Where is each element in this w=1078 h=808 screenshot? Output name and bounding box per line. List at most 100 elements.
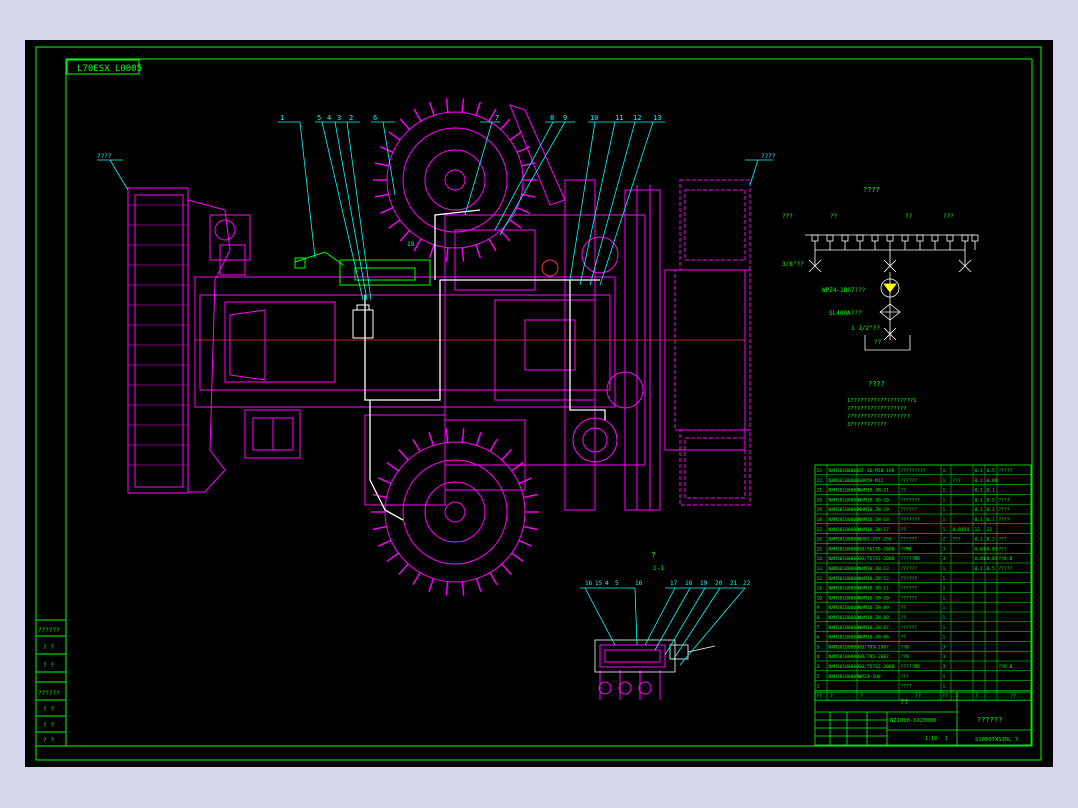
tiller-tine (428, 578, 435, 593)
bom-cell: 1 (943, 674, 946, 680)
bom-cell: 0.0354 (953, 527, 970, 533)
callout-number: 3 (337, 114, 341, 122)
bom-cell: NXM10100000 (829, 497, 860, 503)
left-side-label: ???? (97, 153, 112, 160)
tiller-tine (475, 578, 482, 593)
bom-cell: 0.1 (975, 537, 984, 543)
bom-cell: GB/T5783-2000 (859, 556, 895, 562)
bom-cell: 16 (817, 537, 823, 543)
cad-drawing[interactable]: L70ESX L0005 ?????? ? ? ? ? ?????? ? ? ?… (25, 40, 1053, 767)
bom-cell: 3 (943, 546, 946, 552)
bom-cell: 20 (817, 497, 823, 503)
bom-cell: NXM10100000 (829, 635, 860, 641)
side-table-label: ? ? (43, 662, 54, 669)
bom-cell: ??8 (901, 644, 910, 650)
bom-cell: 11 (817, 586, 823, 592)
note-19: 19 (407, 241, 415, 248)
side-table-label: ?????? (38, 690, 60, 697)
bom-cell: ????? (999, 468, 1013, 474)
filter-label: SL400A??? (829, 310, 862, 317)
callout-number: 5 (615, 580, 619, 587)
bom-cell: ?????? (901, 478, 918, 484)
bom-cell: 0.1 (987, 488, 996, 494)
callout-number: 4 (605, 580, 609, 587)
bom-cell: 0.5 (987, 566, 996, 572)
bom-cell: 3 (943, 664, 946, 670)
bom-cell: 1 (943, 468, 946, 474)
tiller-tine (518, 539, 533, 547)
bom-cell: GB/T95-2002 (859, 654, 890, 660)
bom-header-cell: ?? (816, 693, 822, 699)
nozzle (901, 234, 909, 242)
bom-table[interactable]: 23 NXM10100000 XT-16-M10-19S????????? 1 0.1 0… (814, 464, 1032, 701)
tiller-tine (399, 118, 411, 130)
bom-cell: NXM10100000 (829, 644, 860, 650)
bom-cell: NXM10-ZH-07 (859, 625, 890, 631)
bom-cell: 0.01 (975, 546, 986, 552)
tiller-tine (475, 431, 482, 446)
bom-cell: 0.1 (975, 468, 984, 474)
nozzle (856, 234, 864, 242)
bom-cell: 10 (817, 595, 823, 601)
bom-cell: NXM10-ZH-17 (859, 527, 890, 533)
side-table-label: ?????? (38, 627, 60, 634)
bom-cell: NXM10-ZH-10 (859, 595, 890, 601)
sheet-value: 1 (945, 736, 948, 742)
bom-cell: NXM10100000 (829, 537, 860, 543)
bom-cell: 18 (817, 517, 823, 523)
bom-cell: 1 (943, 576, 946, 582)
bom-cell: NXM10100000 (829, 488, 860, 494)
scale-value: 1:10 (925, 736, 937, 742)
bom-cell: NXM10100000 (829, 517, 860, 523)
bom-cell: 14 (817, 556, 823, 562)
title-right: ?????? (977, 716, 1002, 724)
tiller-tine (377, 539, 392, 547)
drawing-number: NZ1000-XXZ0000 (890, 718, 936, 724)
callout-number: 7 (495, 114, 499, 122)
bom-cell: 1 (943, 527, 946, 533)
tiller-tine (501, 563, 512, 575)
bom-cell: ?? (901, 605, 907, 611)
section-detail[interactable] (598, 644, 666, 700)
tiller-tine (445, 247, 449, 262)
callout-number: 2 (349, 114, 353, 122)
nozzle (931, 234, 939, 242)
bom-cell: 0.01 (987, 478, 998, 484)
side-table: ?????? ? ? ? ? ?????? ? ? ? ? ? ? (35, 619, 67, 747)
tiller-tine (501, 449, 512, 461)
cad-viewport[interactable]: L70ESX L0005 ?????? ? ? ? ? ?????? ? ? ?… (25, 40, 1053, 767)
bom-cell: 12 (817, 576, 823, 582)
bom-cell: GB/T6170-2000 (859, 546, 895, 552)
bom-cell: NXM10100000 (829, 674, 860, 680)
bom-cell: 7 (817, 625, 820, 631)
tiller-tine (372, 493, 387, 499)
bom-cell: 0.03 (987, 546, 998, 552)
bom-cell: 1 (943, 478, 946, 484)
tiller-tine (488, 238, 497, 252)
bom-cell: ?? (901, 615, 907, 621)
callout-number: 9 (563, 114, 567, 122)
notes-title: ???? (868, 380, 885, 388)
bom-cell: ?????? (901, 586, 918, 592)
bom-cell: 6 (817, 635, 820, 641)
callout-number: 1 (280, 114, 284, 122)
bom-cell: ??8.8 (999, 664, 1013, 670)
bom-cell: GB/T93-1987 (859, 644, 890, 650)
bom-cell: NXM10100000 (829, 605, 860, 611)
bom-cell: NXM10100000 (829, 595, 860, 601)
machine-assembly[interactable] (127, 98, 751, 596)
filter-body (352, 304, 374, 339)
nozzle (886, 234, 894, 242)
nozzle (826, 234, 834, 242)
hose-routing (364, 209, 606, 521)
bom-cell: 1 (943, 684, 946, 690)
valve-label: 3/8"?? (782, 261, 804, 268)
bom-cell: 0.1 (987, 507, 996, 513)
bom-cell: NXM10-ZH-20 (859, 497, 890, 503)
bom-cell: NXM10100000 (829, 664, 860, 670)
nozzle (841, 234, 849, 242)
bom-cell: 23 (817, 468, 823, 474)
tiller-tine (374, 162, 389, 167)
tiller-tine (377, 477, 392, 485)
section-label: ? (651, 551, 656, 560)
